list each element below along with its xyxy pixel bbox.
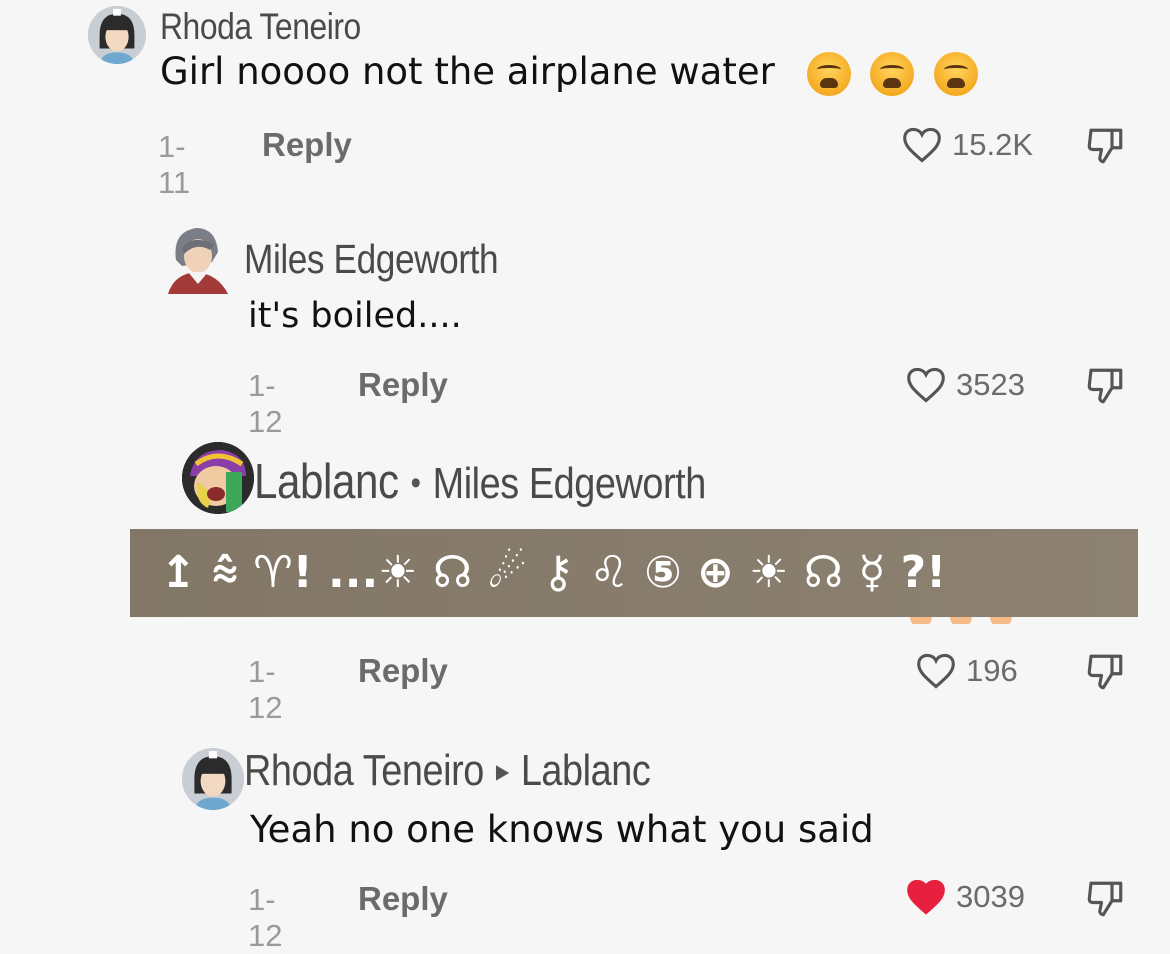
avatar-rhoda-icon (88, 6, 146, 64)
heart-filled-icon (907, 879, 945, 915)
like-count: 15.2K (952, 127, 1034, 162)
comment-text-content: Girl noooo not the airplane water (160, 50, 775, 93)
thumbs-down-icon (1087, 654, 1123, 690)
thumbs-down-icon (1087, 368, 1123, 404)
comment-date: 1-11 (158, 129, 191, 200)
dislike-button[interactable] (1084, 365, 1126, 412)
comment-author[interactable]: Rhoda Teneiro (244, 746, 484, 795)
weary-face-icon (870, 51, 915, 96)
avatar-rhoda-icon (182, 748, 244, 810)
avatar[interactable] (182, 442, 254, 514)
heart-outline-icon (917, 653, 955, 689)
separator: ▸ (495, 753, 509, 788)
reply-button[interactable]: Reply (358, 366, 448, 404)
avatar[interactable] (162, 222, 232, 294)
like-button[interactable]: 3523 (904, 366, 1025, 404)
cipher-text-overlay: ↥ ⩯ ♈! ...☀ ☊ ☄ ⚷ ♌ ⑤ ⊕ ☀ ☊ ☿ ?! (130, 529, 1138, 617)
comment-author-line: Lablanc • Miles Edgeworth (254, 454, 706, 510)
dislike-button[interactable] (1084, 651, 1126, 698)
thumbs-down-icon (1087, 128, 1123, 164)
like-count: 3523 (956, 367, 1025, 402)
comment-author[interactable]: Lablanc (254, 455, 399, 509)
avatar-edgeworth-icon (168, 228, 228, 294)
reply-button[interactable]: Reply (358, 880, 448, 918)
heart-outline-icon (907, 367, 945, 403)
dislike-button[interactable] (1084, 878, 1126, 925)
separator: • (410, 464, 421, 502)
like-button[interactable]: 3039 (904, 878, 1025, 916)
like-button[interactable]: 15.2K (900, 126, 1033, 164)
comment-text: Girl noooo not the airplane water (160, 50, 979, 96)
reply-to-author[interactable]: Miles Edgeworth (433, 459, 707, 508)
like-button[interactable]: 196 (914, 652, 1018, 690)
comment-date: 1-12 (248, 654, 283, 725)
avatar[interactable] (182, 748, 244, 810)
comment-date: 1-12 (248, 368, 283, 439)
reply-to-author[interactable]: Lablanc (521, 746, 651, 795)
like-count: 3039 (956, 879, 1025, 914)
comment-text: Yeah no one knows what you said (250, 808, 874, 851)
heart-outline-icon (903, 127, 941, 163)
comment-author[interactable]: Rhoda Teneiro (160, 6, 361, 48)
obscured-emoji-strip (250, 614, 1110, 624)
avatar[interactable] (88, 6, 146, 64)
dislike-button[interactable] (1084, 125, 1126, 172)
avatar-lablanc-icon (182, 442, 254, 514)
comment-author-line: Rhoda Teneiro ▸ Lablanc (244, 746, 651, 796)
like-count: 196 (966, 653, 1018, 688)
thumbs-down-icon (1087, 881, 1123, 917)
comment-author[interactable]: Miles Edgeworth (244, 236, 499, 283)
weary-face-icon (806, 51, 851, 96)
weary-face-icon (934, 51, 979, 96)
comment-date: 1-12 (248, 882, 283, 953)
comment-text: it's boiled.... (248, 296, 462, 336)
reply-button[interactable]: Reply (358, 652, 448, 690)
reply-button[interactable]: Reply (262, 126, 352, 164)
